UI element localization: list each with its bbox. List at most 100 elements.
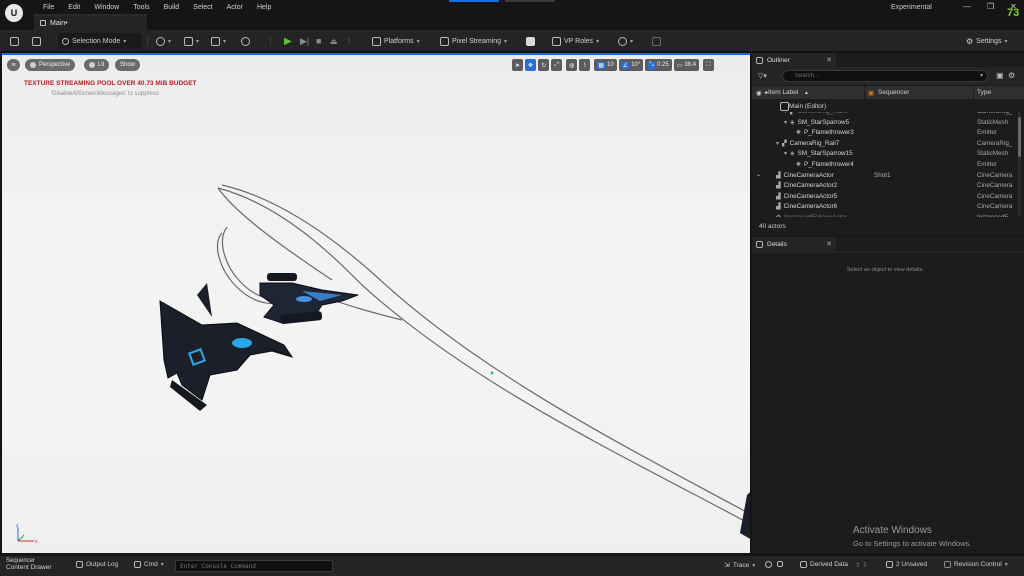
console-command-input[interactable] <box>175 560 333 572</box>
menu-window[interactable]: Window <box>87 2 126 13</box>
outliner-row[interactable]: ✿InstancedFoliageActor InstancedF <box>752 213 1017 217</box>
pixel-streaming-dropdown[interactable]: Pixel Streaming ▾ <box>436 33 511 49</box>
outliner-row-label: CineCameraActor6 <box>783 203 838 211</box>
unreal-logo-icon: U <box>5 4 23 22</box>
filter-icon[interactable]: ▽▾ <box>758 72 767 80</box>
chevron-down-icon[interactable]: ▾ <box>980 72 983 79</box>
cine-camera-icon: ▟ <box>776 204 781 211</box>
multi-user-button[interactable]: ▾ <box>614 33 637 49</box>
chevron-down-icon: ▾ <box>1004 38 1008 45</box>
expand-chevron-icon[interactable]: ▾ <box>776 140 779 147</box>
level-viewport[interactable]: ≡ Perspective Lit Show ➤ ✥ ↻ ⤢ ◍ ⌇ ▦ 10 … <box>2 53 750 553</box>
expand-chevron-icon[interactable]: ▾ <box>784 150 787 157</box>
revision-control-icon <box>944 561 951 568</box>
cinematics-button[interactable]: ▾ <box>207 33 230 49</box>
unsaved-button[interactable]: 2 Unsaved <box>886 561 927 568</box>
maximize-icon[interactable]: ❐ <box>987 2 994 11</box>
platforms-dropdown[interactable]: Platforms ▾ <box>368 33 424 49</box>
outliner-tab[interactable]: Outliner ✕ <box>752 53 836 67</box>
outliner-row-name: ▾▞CameraRig_Rail6 <box>784 112 847 115</box>
outliner-row[interactable]: ▾ ◈ SM_StarSparrow15 StaticMesh <box>752 149 1017 160</box>
play-options-button[interactable]: ⋮ <box>342 33 356 49</box>
blueprint-button[interactable]: ▾ <box>180 33 203 49</box>
foliage-icon: ✿ <box>776 214 781 217</box>
revision-control-dropdown[interactable]: Revision Control ▾ <box>944 561 1008 568</box>
level-tab[interactable]: Main• <box>34 14 147 30</box>
outliner-row-type: CineCamera <box>977 182 1013 190</box>
menu-select[interactable]: Select <box>186 2 219 13</box>
static-mesh-icon: ◈ <box>790 151 795 158</box>
outliner-row[interactable]: ▟ CineCameraActor2 CineCamera <box>752 181 1017 192</box>
emitter-icon: ✺ <box>796 130 802 137</box>
play-button[interactable]: ▶ <box>280 33 296 49</box>
menu-build[interactable]: Build <box>157 2 187 13</box>
cmd-dropdown[interactable]: Cmd ▾ <box>134 561 164 568</box>
outliner-scrollbar[interactable] <box>1018 112 1021 217</box>
expand-chevron-icon[interactable]: ▾ <box>784 112 787 115</box>
outliner-row-name: ▟ CineCameraActor5 <box>776 193 837 200</box>
details-tab[interactable]: Details ✕ <box>752 237 836 251</box>
sequencer-column[interactable]: Sequencer <box>878 89 909 96</box>
main-toolbar: Selection Mode ▾ ▾ ▾ ▾ ▶ ▶| ■ ⏏ ⋮ Platfo… <box>0 30 1024 52</box>
derived-data-label: Derived Data <box>810 561 848 568</box>
outliner-row-name: ▾ ▞ CameraRig_Rail7 <box>776 140 839 147</box>
outliner-row[interactable]: ▟ CineCameraActor6 CineCamera <box>752 202 1017 213</box>
outliner-row-type: CineCamera <box>977 171 1013 179</box>
minimize-icon[interactable]: — <box>963 2 971 11</box>
stop-button[interactable]: ■ <box>312 33 325 49</box>
insights-button[interactable] <box>765 561 772 568</box>
menu-bar: File Edit Window Tools Build Select Acto… <box>36 2 278 13</box>
menu-file[interactable]: File <box>36 2 61 13</box>
outliner-tab-label: Outliner <box>767 56 790 64</box>
trace-stop-button[interactable] <box>777 561 783 567</box>
save-button[interactable] <box>6 33 23 49</box>
content-drawer-button[interactable]: Sequencer Content Drawer <box>6 558 52 572</box>
source-control-button[interactable] <box>28 33 45 49</box>
output-log-button[interactable]: Output Log <box>76 561 118 568</box>
outliner-row[interactable]: ▾ ▞ CameraRig_Rail7 CameraRig_ <box>752 139 1017 150</box>
item-label-column[interactable]: Item Label <box>768 89 798 96</box>
menu-help[interactable]: Help <box>250 2 278 13</box>
vp-roles-dropdown[interactable]: VP Roles ▾ <box>548 33 603 49</box>
step-button[interactable]: ▶| <box>296 33 313 49</box>
outliner-row[interactable]: ▾ ◈ SM_StarSparrow5 StaticMesh <box>752 118 1017 129</box>
output-log-label: Output Log <box>86 561 119 568</box>
outliner-row[interactable]: ⌄ ▟ CineCameraActor Shot1 CineCamera <box>752 171 1017 182</box>
modes-button[interactable] <box>237 33 254 49</box>
selection-mode-dropdown[interactable]: Selection Mode ▾ <box>58 33 142 49</box>
terminal-icon <box>134 561 141 568</box>
settings-dropdown[interactable]: ⚙ Settings ▾ <box>962 33 1011 49</box>
expand-chevron-icon[interactable]: ▾ <box>784 119 787 126</box>
menu-tools[interactable]: Tools <box>126 2 156 13</box>
derived-data-down-icon: ⇩ <box>862 562 868 569</box>
add-actor-button[interactable]: ▾ <box>152 33 175 49</box>
visibility-toggle-icon[interactable]: ⌄ <box>756 171 761 178</box>
close-icon[interactable]: ✕ <box>826 56 832 64</box>
outliner-root-row[interactable]: Main (Editor) <box>752 101 1017 112</box>
gear-icon: ⚙ <box>966 36 974 46</box>
visibility-column-icon[interactable]: ◉ ✦ <box>756 89 769 97</box>
play-icon: ▶ <box>284 35 292 47</box>
settings-gear-icon[interactable]: ⚙ <box>1008 71 1015 80</box>
outliner-row[interactable]: ✺ P_Flamethrower3 Emitter <box>752 128 1017 139</box>
outliner-row-name: ▾ ◈ SM_StarSparrow5 <box>784 119 849 126</box>
close-icon[interactable]: ✕ <box>826 240 832 248</box>
menu-edit[interactable]: Edit <box>61 2 87 13</box>
chevron-down-icon: ▾ <box>752 562 756 569</box>
live-link-button[interactable] <box>648 33 665 49</box>
type-column[interactable]: Type <box>977 89 991 96</box>
chevron-down-icon: ▾ <box>630 38 634 45</box>
menu-actor[interactable]: Actor <box>220 2 250 13</box>
chevron-down-icon: ▾ <box>223 38 227 45</box>
outliner-search-input[interactable] <box>782 70 988 82</box>
outliner-row[interactable]: ✺ P_Flamethrower4 Emitter <box>752 160 1017 171</box>
trace-dropdown[interactable]: ⇲ Trace ▾ <box>724 561 756 570</box>
eject-button[interactable]: ⏏ <box>326 33 342 49</box>
virtual-production-button[interactable] <box>522 33 539 49</box>
output-log-icon <box>76 561 83 568</box>
add-folder-icon[interactable]: ▣ <box>996 71 1004 80</box>
scrollbar-thumb[interactable] <box>1018 117 1021 157</box>
derived-data-button[interactable]: Derived Data <box>800 561 848 568</box>
outliner-row[interactable]: ▟ CineCameraActor5 CineCamera <box>752 192 1017 203</box>
level-tab-label: Main• <box>50 19 68 27</box>
